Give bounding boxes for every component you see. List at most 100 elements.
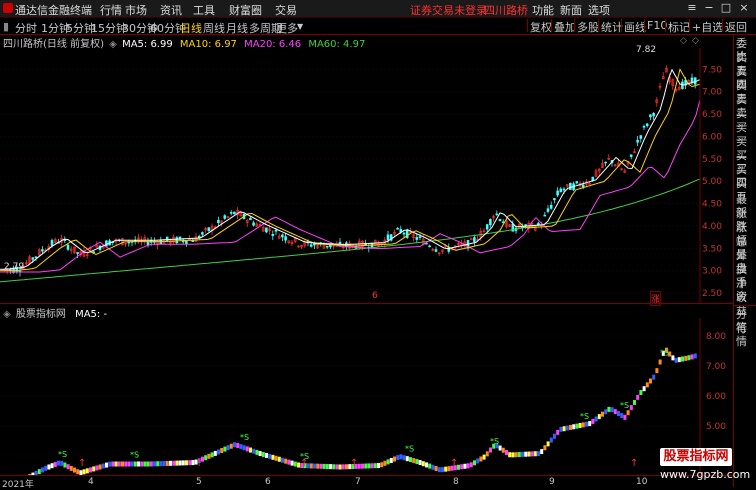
x-axis: 2021年 4 5 6 7 8 9 10 <box>0 475 733 490</box>
chart-expand-icon[interactable]: ◇ <box>692 36 699 46</box>
candle-body <box>415 237 419 240</box>
tool-back[interactable]: 返回 <box>722 19 749 34</box>
signal-label: *S <box>240 433 249 442</box>
candle-body <box>636 139 639 143</box>
tab-daily[interactable]: 日线 <box>180 20 202 36</box>
tab-weekly[interactable]: 周线 <box>203 20 225 36</box>
candle-body <box>127 241 131 244</box>
sub-y-tick-label: 5.00 <box>706 422 726 432</box>
indicator-chart[interactable]: *S *S*S*S*S*S*S*S*S↑ ↑ ↑ ↑ ↑ ↑ 8.007.006.005.0… <box>0 318 732 475</box>
tab-more[interactable]: 更多 <box>276 20 298 36</box>
y-tick-label: 7.50 <box>702 65 722 75</box>
indicator-bar <box>213 450 217 456</box>
indicator-bar <box>418 460 422 465</box>
candle-body <box>31 257 35 260</box>
maximize-icon[interactable]: □ <box>720 1 732 14</box>
indicator-bar <box>591 418 595 424</box>
indicator-bar <box>258 451 262 456</box>
indicator-bar <box>530 451 534 457</box>
indicator-bar <box>572 424 576 430</box>
indicator-bar <box>585 421 588 427</box>
menu-hangqing[interactable]: 行情 <box>100 2 122 18</box>
signal-label: *S <box>58 450 67 459</box>
menu-xinmian[interactable]: 新面 <box>560 2 582 18</box>
indicator-bar <box>613 409 617 415</box>
indicator-bar <box>617 411 620 417</box>
indicator-bar <box>485 451 489 457</box>
indicator-bar <box>236 442 240 448</box>
indicator-bar <box>501 447 505 453</box>
menu-gongju[interactable]: 工具 <box>193 2 215 18</box>
candle-body <box>402 232 406 235</box>
indicator-bar <box>460 464 464 470</box>
kline-chart[interactable]: 7.50 7.00 6.50 6.00 5.50 5.00 4.50 4.00 3.50 3.00… <box>0 48 732 303</box>
indicator-bar <box>645 382 649 388</box>
candle-body <box>652 113 655 117</box>
indicator-bar <box>290 460 294 466</box>
tab-monthly[interactable]: 月线 <box>226 20 248 36</box>
close-icon[interactable]: × <box>738 1 750 14</box>
tool-duogu[interactable]: 多股 <box>574 19 601 34</box>
tool-add-watchlist[interactable]: +自选 <box>689 19 725 34</box>
tab-fenshi[interactable]: 分时 <box>15 20 37 36</box>
menu-gongneng[interactable]: 功能 <box>532 2 554 18</box>
candle-body <box>569 182 572 190</box>
indicator-bar <box>332 464 336 470</box>
menu-icon[interactable]: ≡ <box>686 1 698 14</box>
candle-body <box>428 245 431 248</box>
tool-fuquan[interactable]: 复权 <box>527 19 554 34</box>
indicator-bar <box>178 460 182 466</box>
buy-arrow-icon: ↑ <box>195 458 203 469</box>
indicator-bar <box>367 463 371 469</box>
marker-6: 6 <box>372 291 378 301</box>
minimize-icon[interactable]: − <box>703 1 715 14</box>
indicator-bar <box>684 355 688 361</box>
menu-jiaoyi[interactable]: 交易 <box>275 2 297 18</box>
indicator-bar <box>690 354 694 360</box>
candle-body <box>175 237 179 244</box>
indicator-bar <box>325 464 329 470</box>
indicator-bar <box>316 463 320 469</box>
menu-caifuquan[interactable]: 财富圈 <box>229 2 262 18</box>
x-tick-7: 7 <box>355 477 361 487</box>
indicator-bar <box>50 463 54 469</box>
indicator-bar <box>191 460 195 466</box>
candle-body <box>201 232 204 235</box>
y-tick-label: 5.00 <box>702 177 722 187</box>
indicator-bar <box>341 464 345 470</box>
indicator-bar <box>185 460 188 466</box>
indicator-bar <box>245 446 249 452</box>
watermark: 股票指标网 www.7gpzb.com <box>660 448 750 486</box>
indicator-bar <box>175 460 179 466</box>
tab-hangqing[interactable]: 行情 <box>736 322 756 348</box>
menu-shichang[interactable]: 市场 <box>125 2 147 18</box>
x-tick-9: 9 <box>549 477 555 487</box>
indicator-bar <box>633 399 636 405</box>
login-warning[interactable]: 证券交易未登录 <box>410 2 487 18</box>
buy-arrow-icon: ↑ <box>450 458 458 469</box>
signal-label: *S <box>580 412 589 421</box>
indicator-bar <box>114 461 118 467</box>
candle-body <box>284 236 287 241</box>
tool-biaoji[interactable]: 标记 <box>665 19 692 34</box>
indicator-bar <box>412 458 416 464</box>
indicator-bar <box>425 462 428 468</box>
indicator-bar <box>220 448 224 454</box>
y-tick-label: 5.50 <box>702 155 722 165</box>
indicator-bar <box>117 461 121 467</box>
watermark-title: 股票指标网 <box>660 448 732 466</box>
more-dropdown-icon[interactable]: ▼ <box>297 22 303 31</box>
menu-zixun[interactable]: 资讯 <box>160 2 182 18</box>
indicator-bar <box>533 451 537 457</box>
x-tick-5: 5 <box>196 477 202 487</box>
stock-name: 四川路桥 <box>484 4 528 17</box>
menu-xuanxiang[interactable]: 选项 <box>588 2 610 18</box>
indicator-bar <box>44 465 48 471</box>
indicator-bar <box>162 461 166 467</box>
sidebar-toggle-icon[interactable]: ▮ <box>3 20 9 33</box>
x-tick-6: 6 <box>265 477 271 487</box>
indicator-bar <box>642 386 646 392</box>
chart-settings-icon[interactable]: ◇ <box>680 36 687 46</box>
indicator-bar <box>498 445 502 451</box>
candle-body <box>556 190 559 196</box>
